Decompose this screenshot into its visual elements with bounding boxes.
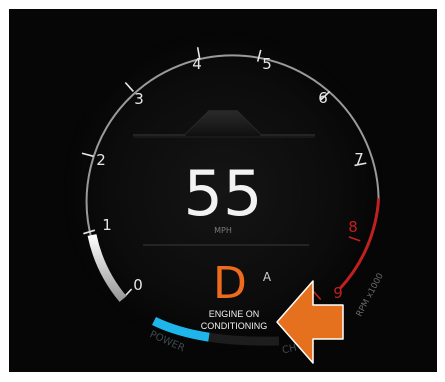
tick-label-0: 0 xyxy=(133,276,143,294)
speed-unit: MPH xyxy=(214,226,232,235)
charge-label: CH xyxy=(281,343,297,357)
tick-label-7: 7 xyxy=(354,150,364,168)
tick-label-1: 1 xyxy=(102,216,112,234)
speed-value: 55 xyxy=(184,157,263,230)
notice-line-2: CONDITIONING xyxy=(201,321,268,331)
tick-label-2: 2 xyxy=(96,151,106,169)
notice-line-1: ENGINE ON xyxy=(209,309,260,319)
tick-label-5: 5 xyxy=(262,55,272,73)
gear-mode: A xyxy=(263,270,272,284)
cluster-svg: 0 1 2 3 4 5 6 7 8 9 RPM x1000 55 MPH D A… xyxy=(63,31,386,364)
tick-label-9: 9 xyxy=(333,284,343,302)
rpm-unit-label: RPM x1000 xyxy=(355,272,386,319)
tick-label-4: 4 xyxy=(192,55,202,73)
gear-selected: D xyxy=(213,258,247,309)
tick-label-3: 3 xyxy=(134,90,144,108)
tick-label-6: 6 xyxy=(318,89,328,107)
tick-label-8: 8 xyxy=(348,218,358,236)
instrument-cluster-screen: 0 1 2 3 4 5 6 7 8 9 RPM x1000 55 MPH D A… xyxy=(9,9,437,372)
